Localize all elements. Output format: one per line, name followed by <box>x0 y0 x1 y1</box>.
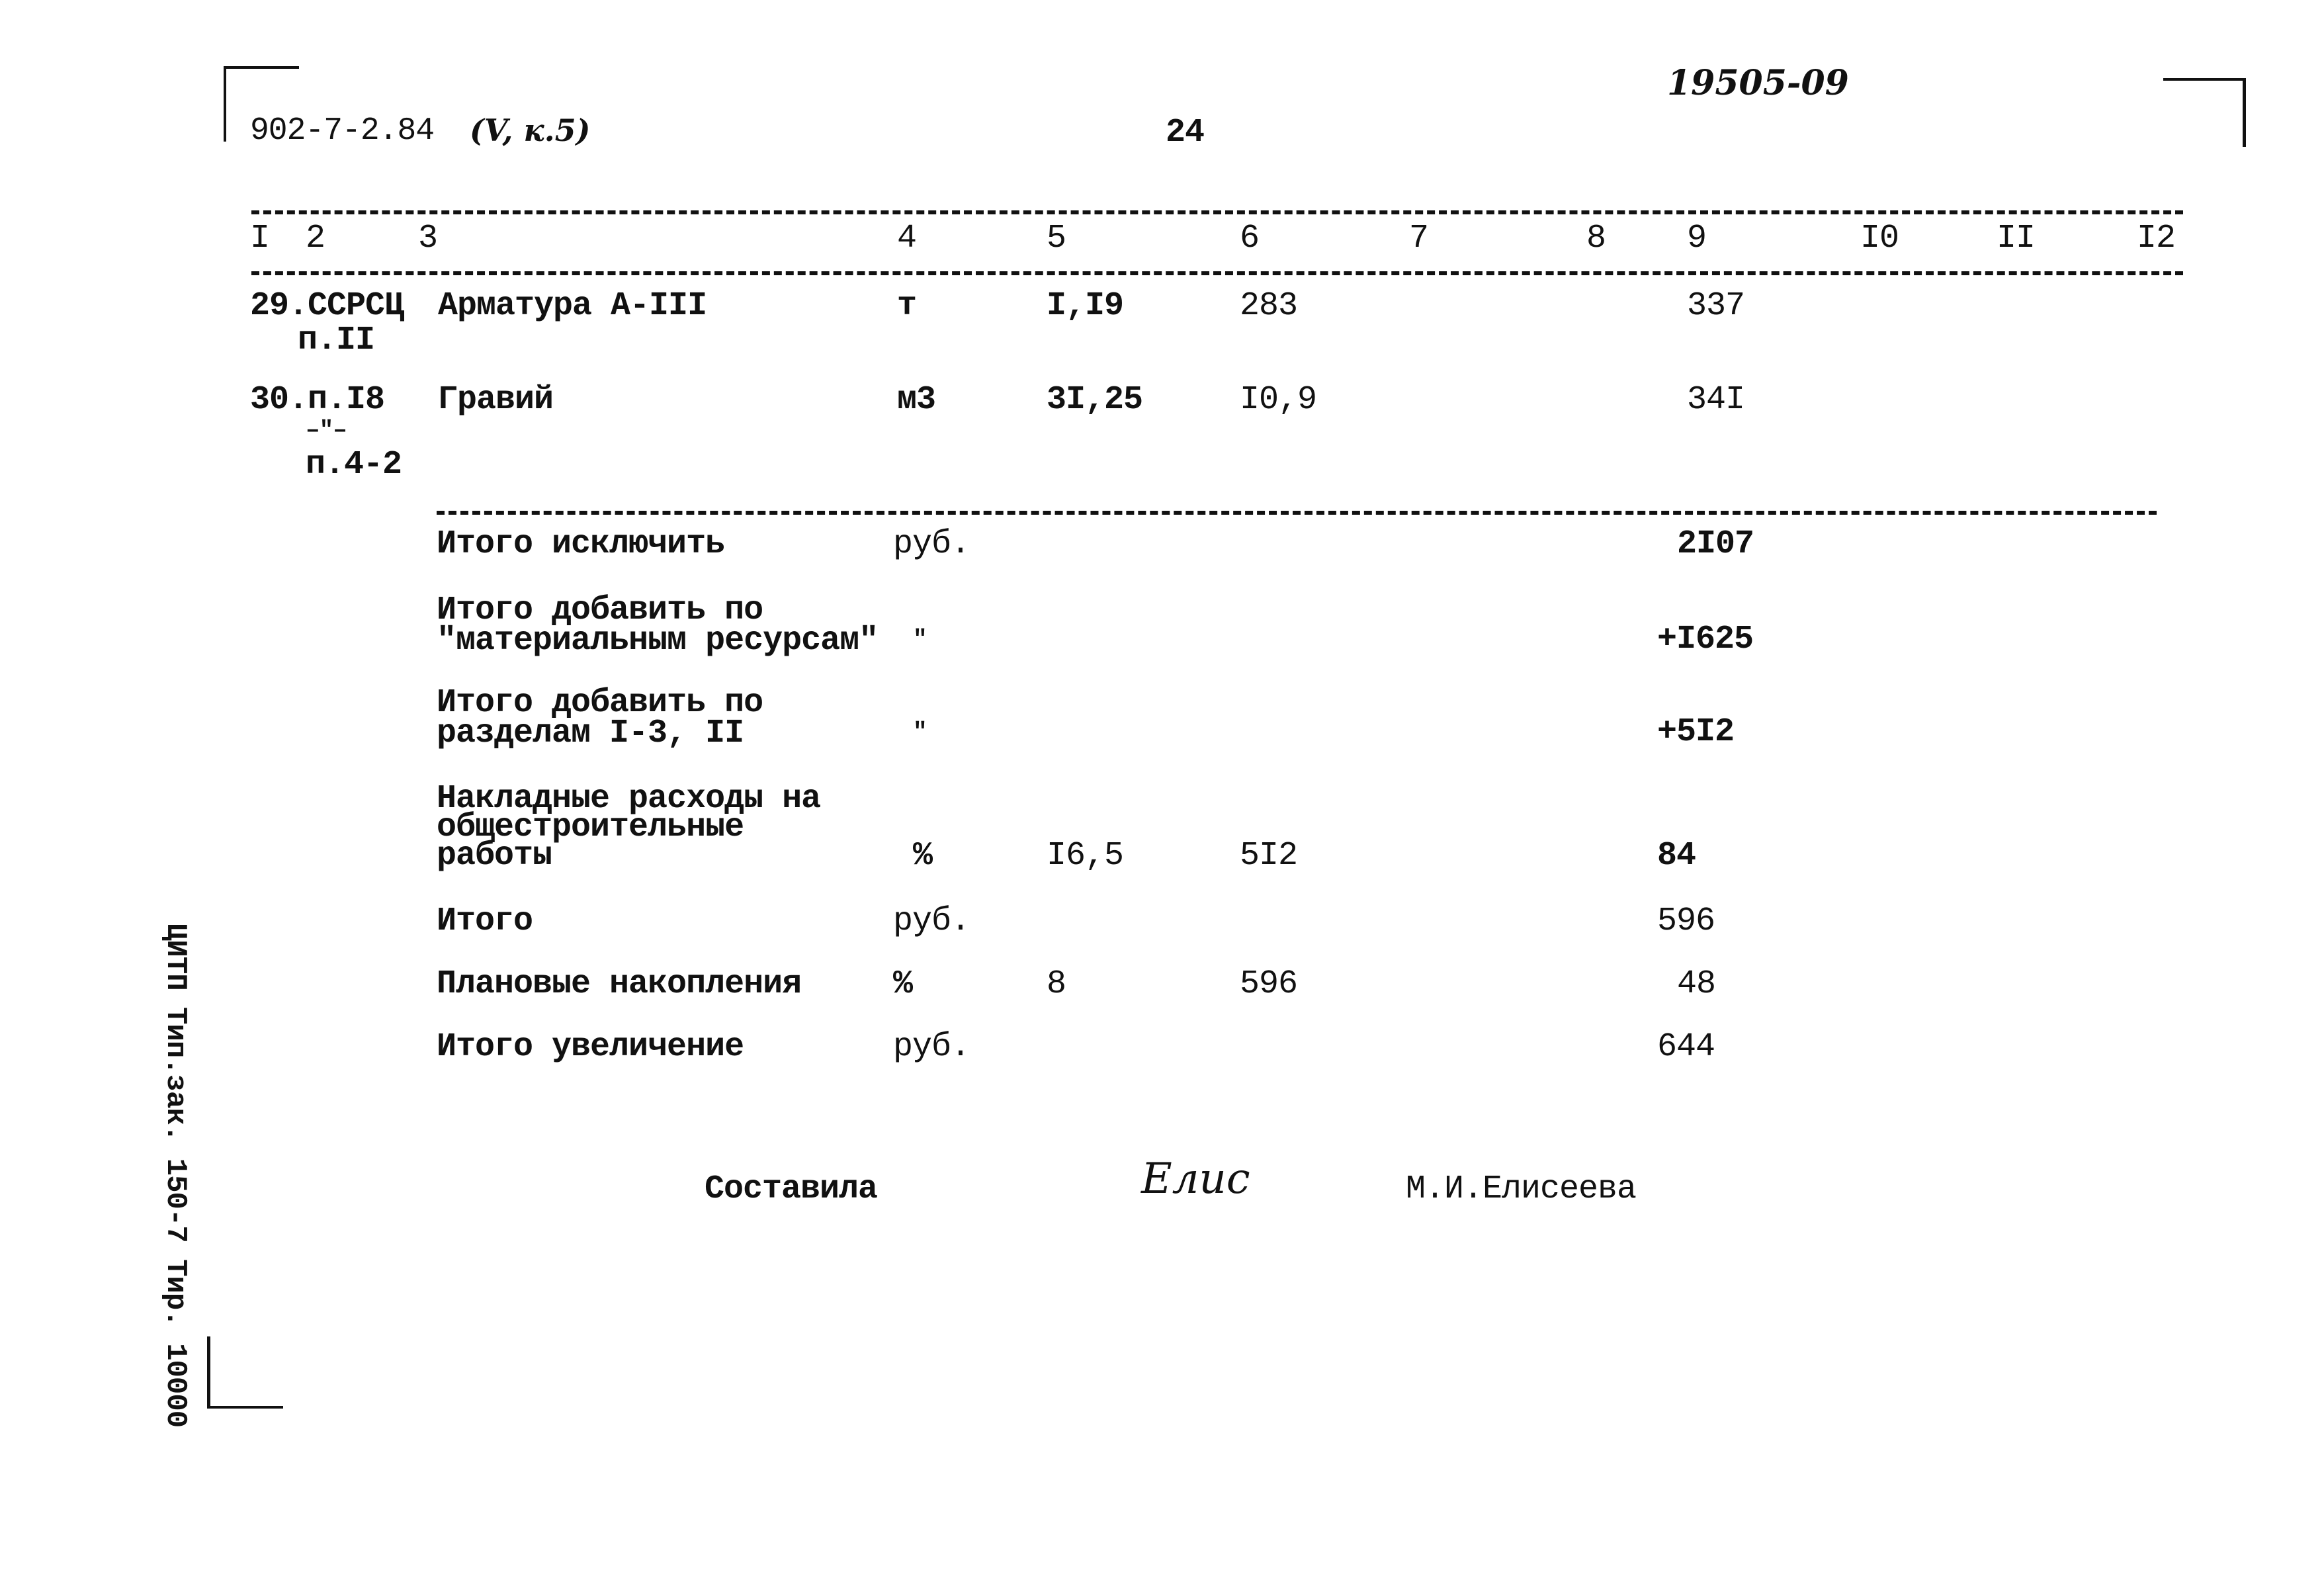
summary-name-line3: работы <box>437 837 552 875</box>
column-header: 4 <box>897 220 917 257</box>
column-header: I0 <box>1860 220 1899 257</box>
summary-unit: руб. <box>893 525 970 563</box>
summary-col9: 48 <box>1677 965 1716 1003</box>
summary-name: Итого исключить <box>437 525 725 563</box>
summary-col9: 84 <box>1657 837 1696 875</box>
summary-col5: I6,5 <box>1047 837 1124 875</box>
summary-unit: руб. <box>893 1028 970 1066</box>
column-header: I2 <box>2137 220 2176 257</box>
summary-col9: 644 <box>1657 1028 1715 1066</box>
column-header: 6 <box>1240 220 1260 257</box>
inventory-number: 19505-09 <box>1667 63 1849 103</box>
column-header: 7 <box>1409 220 1429 257</box>
table-rule-summary <box>437 511 2157 515</box>
table-rule-top <box>251 210 2183 214</box>
row-reference-sub: п.II <box>298 322 375 359</box>
corner-mark-top-right <box>2163 78 2246 147</box>
signature: Елис <box>1141 1155 1250 1203</box>
table-rule-header-bottom <box>251 271 2183 275</box>
summary-col5: 8 <box>1047 965 1066 1003</box>
summary-name: Итого <box>437 902 533 940</box>
summary-col9: 596 <box>1657 902 1715 940</box>
row-name: Арматура А-III <box>438 287 707 325</box>
row-col6: 283 <box>1240 287 1298 325</box>
summary-unit: % <box>893 965 913 1003</box>
row-reference-ditto: –"– <box>306 417 347 444</box>
compiled-by-label: Составила <box>705 1170 878 1208</box>
document-code: 902-7-2.84 <box>250 113 435 149</box>
summary-unit: " <box>913 719 927 746</box>
row-col5: I,I9 <box>1047 287 1124 325</box>
summary-unit: % <box>913 837 933 875</box>
printing-margin-note: ЦИТП Тип.зак. 150-7 Тир. 10000 <box>159 923 192 1428</box>
summary-col6: 5I2 <box>1240 837 1298 875</box>
summary-name-line2: разделам I-3, II <box>437 715 744 752</box>
summary-unit: руб. <box>893 902 970 940</box>
summary-name: Итого увеличение <box>437 1028 744 1066</box>
summary-col9: +I625 <box>1657 621 1754 658</box>
column-header: 3 <box>418 220 438 257</box>
row-reference: 29.ССРСЦ <box>250 287 404 325</box>
document-code-annotation: (V, к.5) <box>470 112 591 148</box>
summary-col9: 2I07 <box>1677 525 1754 563</box>
row-unit: т <box>897 287 917 325</box>
corner-mark-bottom-left <box>207 1336 283 1409</box>
column-header: I <box>250 220 270 257</box>
summary-name: Плановые накопления <box>437 965 802 1003</box>
row-col9: 337 <box>1687 287 1745 325</box>
compiler-name: М.И.Елисеева <box>1406 1170 1637 1208</box>
row-name: Гравий <box>438 381 554 419</box>
column-header: 5 <box>1047 220 1066 257</box>
summary-unit: " <box>913 626 927 653</box>
summary-col6: 596 <box>1240 965 1298 1003</box>
row-col5: 3I,25 <box>1047 381 1143 419</box>
page-number: 24 <box>1166 114 1205 152</box>
row-reference: 30.п.I8 <box>250 381 385 419</box>
column-header: 2 <box>306 220 325 257</box>
row-col6: I0,9 <box>1240 381 1317 419</box>
row-col9: 34I <box>1687 381 1745 419</box>
column-header: 8 <box>1586 220 1606 257</box>
summary-col9: +5I2 <box>1657 713 1735 751</box>
row-unit: м3 <box>897 381 936 419</box>
summary-name-line2: "материальным ресурсам" <box>437 622 879 660</box>
column-header: II <box>1997 220 2036 257</box>
row-reference-sub: п.4-2 <box>306 446 402 484</box>
column-header: 9 <box>1687 220 1707 257</box>
